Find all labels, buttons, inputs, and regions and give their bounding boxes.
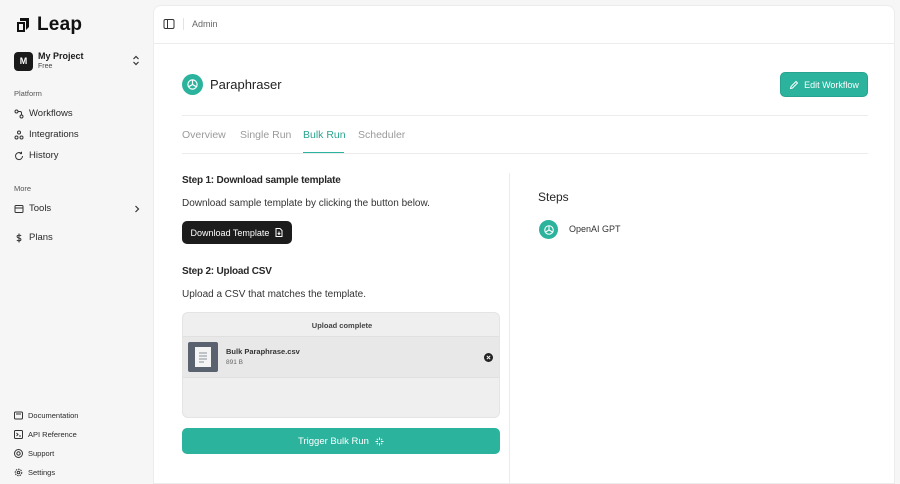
- project-switcher[interactable]: M My Project Free: [14, 50, 140, 72]
- api-icon: [14, 429, 23, 439]
- sidebar-item-tools[interactable]: Tools: [14, 200, 140, 217]
- topbar-divider: [183, 18, 184, 30]
- download-template-label: Download Template: [190, 227, 270, 238]
- divider: [182, 115, 868, 116]
- upload-status: Upload complete: [311, 321, 373, 330]
- column-divider: [509, 173, 510, 484]
- sparkle-icon: [375, 437, 384, 445]
- sidebar-item-plans[interactable]: Plans: [14, 229, 140, 246]
- uploaded-file: Bulk Paraphrase.csv 891 B: [183, 336, 499, 378]
- sidebar-link-support[interactable]: Support: [14, 446, 54, 460]
- sidebar-toggle-icon[interactable]: [163, 18, 175, 30]
- edit-workflow-label: Edit Workflow: [804, 79, 859, 90]
- leap-logo-icon: [17, 18, 29, 32]
- chevrons-up-down-icon: [132, 55, 140, 68]
- openai-icon: [182, 74, 203, 95]
- section-label-more: More: [14, 184, 32, 193]
- tab-single-run[interactable]: Single Run: [240, 129, 291, 141]
- sidebar-item-label: Tools: [29, 203, 52, 214]
- workflow-icon: [14, 109, 24, 118]
- integrations-icon: [14, 130, 24, 139]
- sidebar-item-label: Plans: [29, 232, 53, 243]
- sidebar-item-history[interactable]: History: [14, 147, 140, 164]
- file-thumbnail: [188, 342, 218, 372]
- chevron-right-icon: [135, 205, 140, 212]
- step1-text: Download sample template by clicking the…: [182, 198, 430, 209]
- edit-workflow-button[interactable]: Edit Workflow: [780, 72, 868, 97]
- footer-item-label: Documentation: [28, 410, 79, 420]
- step2-heading: Step 2: Upload CSV: [182, 266, 272, 277]
- file-download-icon: [275, 228, 283, 237]
- upload-dropzone[interactable]: Upload complete Bulk Paraphrase.csv 891 …: [182, 312, 500, 418]
- sidebar-item-label: Integrations: [29, 129, 79, 140]
- step2-text: Upload a CSV that matches the template.: [182, 289, 366, 300]
- breadcrumb[interactable]: Admin: [192, 19, 218, 29]
- support-icon: [14, 448, 23, 458]
- document-icon: [195, 347, 211, 367]
- history-icon: [15, 151, 24, 160]
- sidebar-item-workflows[interactable]: Workflows: [14, 105, 140, 122]
- sidebar-link-documentation[interactable]: Documentation: [14, 408, 78, 422]
- footer-item-label: API Reference: [28, 429, 77, 439]
- footer-item-label: Support: [28, 448, 55, 458]
- gear-icon: [14, 468, 23, 476]
- file-name: Bulk Paraphrase.csv: [226, 347, 300, 356]
- project-plan: Free: [38, 63, 53, 70]
- step-item-label[interactable]: OpenAI GPT: [569, 224, 621, 234]
- tools-icon: [14, 204, 24, 213]
- trigger-bulk-run-label: Trigger Bulk Run: [298, 435, 369, 447]
- main-panel: Admin Paraphraser Edit Workflow Overview…: [153, 5, 895, 484]
- tab-bulk-run[interactable]: Bulk Run: [303, 129, 346, 141]
- book-icon: [14, 411, 23, 419]
- topbar: Admin: [154, 6, 894, 44]
- dollar-icon: [16, 233, 22, 242]
- sidebar-link-api-reference[interactable]: API Reference: [14, 427, 77, 441]
- sidebar-item-label: Workflows: [29, 108, 73, 119]
- openai-icon: [539, 220, 558, 239]
- footer-item-label: Settings: [28, 467, 56, 477]
- steps-title: Steps: [538, 190, 569, 204]
- step1-heading: Step 1: Download sample template: [182, 175, 341, 186]
- trigger-bulk-run-button[interactable]: Trigger Bulk Run: [182, 428, 500, 454]
- sidebar: Leap M My Project Free Platform Workflow…: [0, 0, 152, 484]
- project-name: My Project: [38, 51, 84, 61]
- remove-file-button[interactable]: [484, 353, 493, 362]
- sidebar-link-settings[interactable]: Settings: [14, 465, 55, 479]
- workflow-title: Paraphraser: [210, 77, 282, 92]
- sidebar-item-label: History: [29, 150, 59, 161]
- close-icon: [486, 355, 491, 360]
- section-label-platform: Platform: [14, 89, 42, 98]
- app-name: Leap: [37, 14, 83, 35]
- app-logo[interactable]: Leap: [15, 14, 82, 36]
- pencil-icon: [789, 80, 799, 89]
- file-size: 891 B: [226, 359, 243, 366]
- project-avatar: M: [14, 51, 33, 71]
- tabs-divider: [182, 153, 868, 154]
- tab-scheduler[interactable]: Scheduler: [358, 129, 405, 141]
- sidebar-item-integrations[interactable]: Integrations: [14, 126, 140, 143]
- tab-overview[interactable]: Overview: [182, 129, 226, 141]
- download-template-button[interactable]: Download Template: [182, 221, 292, 244]
